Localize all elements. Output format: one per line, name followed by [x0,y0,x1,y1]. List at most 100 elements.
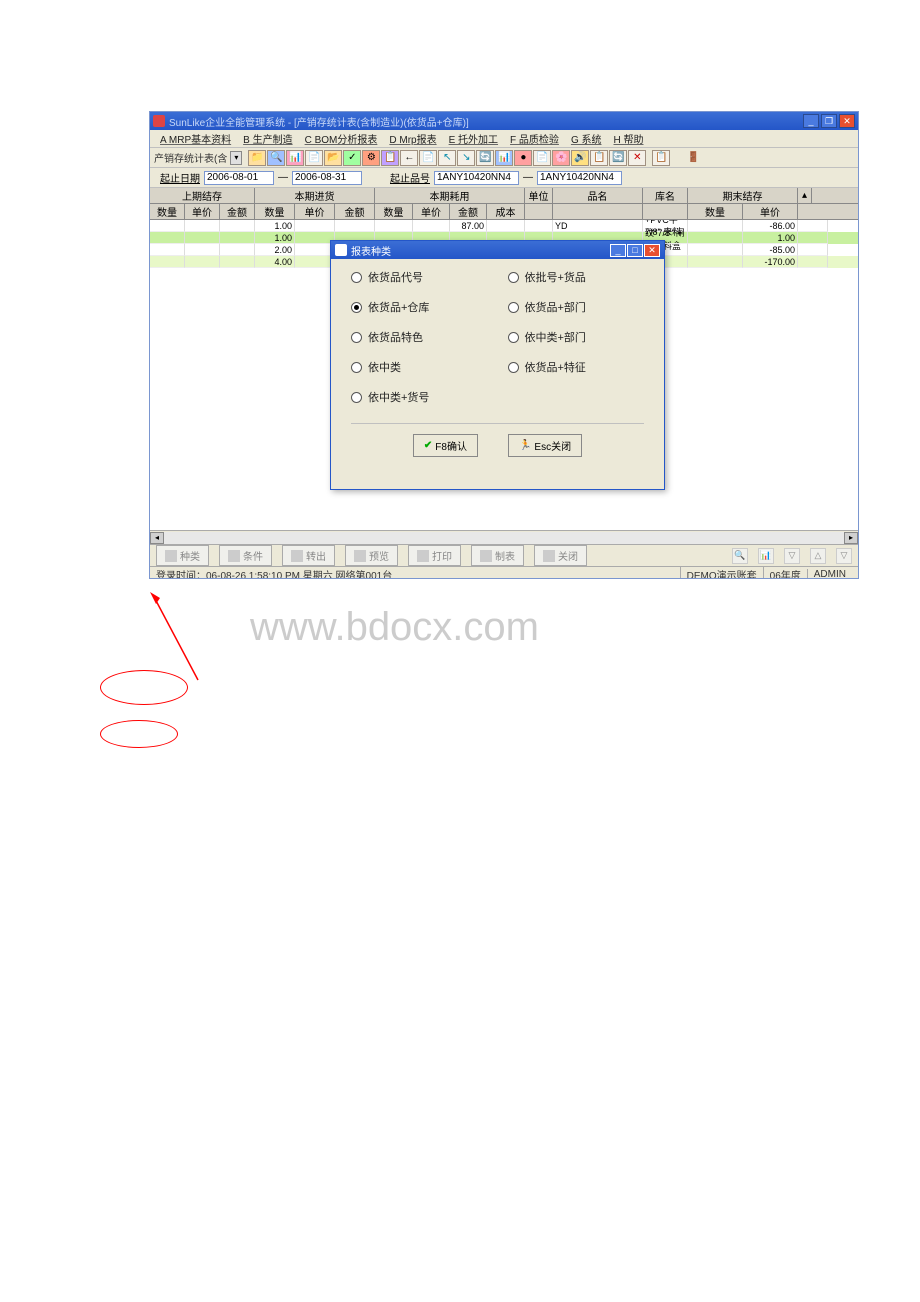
tb-icon-19[interactable]: 📋 [590,150,608,166]
type-icon [165,550,177,562]
tb-icon-11[interactable]: ↖ [438,150,456,166]
tb-icon-10[interactable]: 📄 [419,150,437,166]
horizontal-scrollbar[interactable]: ◂ ▸ [150,530,858,544]
tb-icon-3[interactable]: 📊 [286,150,304,166]
menu-outsource[interactable]: E 托外加工 [443,129,504,148]
table-cell [295,256,335,268]
btb-search-icon[interactable]: 🔍 [732,548,748,564]
table-cell [798,256,828,268]
tb-icon-15[interactable]: ● [514,150,532,166]
ok-button[interactable]: ✔F8确认 [413,434,478,457]
maximize-button[interactable]: ❐ [821,114,837,128]
date-to-input[interactable] [292,171,362,185]
tb-icon-22[interactable]: 📋 [652,150,670,166]
btb-type[interactable]: 种类 [156,545,209,566]
prod-to-input[interactable] [537,171,622,185]
menu-production[interactable]: B 生产制造 [237,129,298,148]
scroll-left[interactable]: ◂ [150,532,164,544]
statusbar: 登录时间：06-08-26 1:58:10 PM 星期六 网络第001台 DEM… [150,566,858,579]
radio-circle-icon [508,332,519,343]
tb-icon-13[interactable]: 🔄 [476,150,494,166]
tb-icon-6[interactable]: ✓ [343,150,361,166]
radio-option[interactable]: 依中类+部门 [508,329,645,345]
tb-icon-7[interactable]: ⚙ [362,150,380,166]
table-cell [220,244,255,256]
h2-unit [525,204,553,219]
tb-exit-icon[interactable]: 🚪 [684,150,702,166]
btb-make[interactable]: 制表 [471,545,524,566]
grid-body[interactable]: 1.0087.00YDNY黑+PVC平纹*7/8" 闸门材料盒-86.001.0… [150,220,858,530]
h2-amt1: 金额 [220,204,255,219]
table-cell [688,220,743,232]
radio-label: 依批号+货品 [525,269,586,285]
btb-export[interactable]: 转出 [282,545,335,566]
table-cell: YD [553,220,643,232]
tb-icon-1[interactable]: 📁 [248,150,266,166]
btb-close[interactable]: 关闭 [534,545,587,566]
tb-icon-21[interactable]: ✕ [628,150,646,166]
btb-down-icon[interactable]: ▽ [784,548,800,564]
radio-option[interactable]: 依货品+仓库 [351,299,488,315]
date-label: 起止日期 [160,170,200,185]
btb-chart-icon[interactable]: 📊 [758,548,774,564]
tb-icon-16[interactable]: 📄 [533,150,551,166]
tb-icon-9[interactable]: ← [400,150,418,166]
tb-icon-18[interactable]: 🔊 [571,150,589,166]
tb-icon-12[interactable]: ↘ [457,150,475,166]
table-cell [295,220,335,232]
close-button[interactable]: ✕ [839,114,855,128]
radio-option[interactable]: 依中类+货号 [351,389,488,405]
table-cell [185,220,220,232]
menu-mrp[interactable]: A MRP基本资料 [154,129,237,148]
h2-cost: 成本 [487,204,525,219]
table-row[interactable]: 1.0087.00YDNY黑+PVC平纹*7/8" 闸门材料盒-86.00 [150,220,858,232]
tb-icon-2[interactable]: 🔍 [267,150,285,166]
menu-quality[interactable]: F 品质检验 [504,129,565,148]
hdr-end: 期末结存 [688,188,798,203]
btb-cond[interactable]: 条件 [219,545,272,566]
menu-bom[interactable]: C BOM分析报表 [299,129,384,148]
btb-preview[interactable]: 预览 [345,545,398,566]
h2-price4: 单价 [743,204,798,219]
radio-label: 依中类 [368,359,401,375]
tb-icon-8[interactable]: 📋 [381,150,399,166]
btb-down2-icon[interactable]: ▽ [836,548,852,564]
dialog-minimize[interactable]: _ [610,244,626,257]
radio-option[interactable]: 依货品+部门 [508,299,645,315]
prod-from-input[interactable] [434,171,519,185]
btb-print[interactable]: 打印 [408,545,461,566]
tb-icon-17[interactable]: 🌸 [552,150,570,166]
menu-mrp-report[interactable]: D Mrp报表 [383,129,442,148]
menu-help[interactable]: H 帮助 [608,129,650,148]
minimize-button[interactable]: _ [803,114,819,128]
tb-icon-4[interactable]: 📄 [305,150,323,166]
dialog-maximize[interactable]: □ [627,244,643,257]
radio-circle-icon [351,272,362,283]
dialog-close[interactable]: ✕ [644,244,660,257]
esc-close-button[interactable]: 🏃Esc关闭 [508,434,582,457]
radio-option[interactable]: 依中类 [351,359,488,375]
toolbar-dropdown[interactable]: ▾ [230,151,242,165]
print-icon [417,550,429,562]
scroll-right[interactable]: ▸ [844,532,858,544]
h2-qty1: 数量 [150,204,185,219]
table-cell: 2.00 [255,244,295,256]
radio-circle-icon [351,302,362,313]
date-from-input[interactable] [204,171,274,185]
btb-up-icon[interactable]: △ [810,548,826,564]
tb-icon-5[interactable]: 📂 [324,150,342,166]
scroll-track-h[interactable] [164,532,844,544]
h2-name [553,204,643,219]
tb-icon-20[interactable]: 🔄 [609,150,627,166]
radio-option[interactable]: 依批号+货品 [508,269,645,285]
close-icon [543,550,555,562]
prod-sep: — [523,172,533,183]
radio-option[interactable]: 依货品特色 [351,329,488,345]
dialog-icon [335,244,347,256]
hdr-prev: 上期结存 [150,188,255,203]
radio-circle-icon [351,392,362,403]
menu-system[interactable]: G 系统 [565,129,608,148]
radio-option[interactable]: 依货品+特征 [508,359,645,375]
radio-option[interactable]: 依货品代号 [351,269,488,285]
tb-icon-14[interactable]: 📊 [495,150,513,166]
